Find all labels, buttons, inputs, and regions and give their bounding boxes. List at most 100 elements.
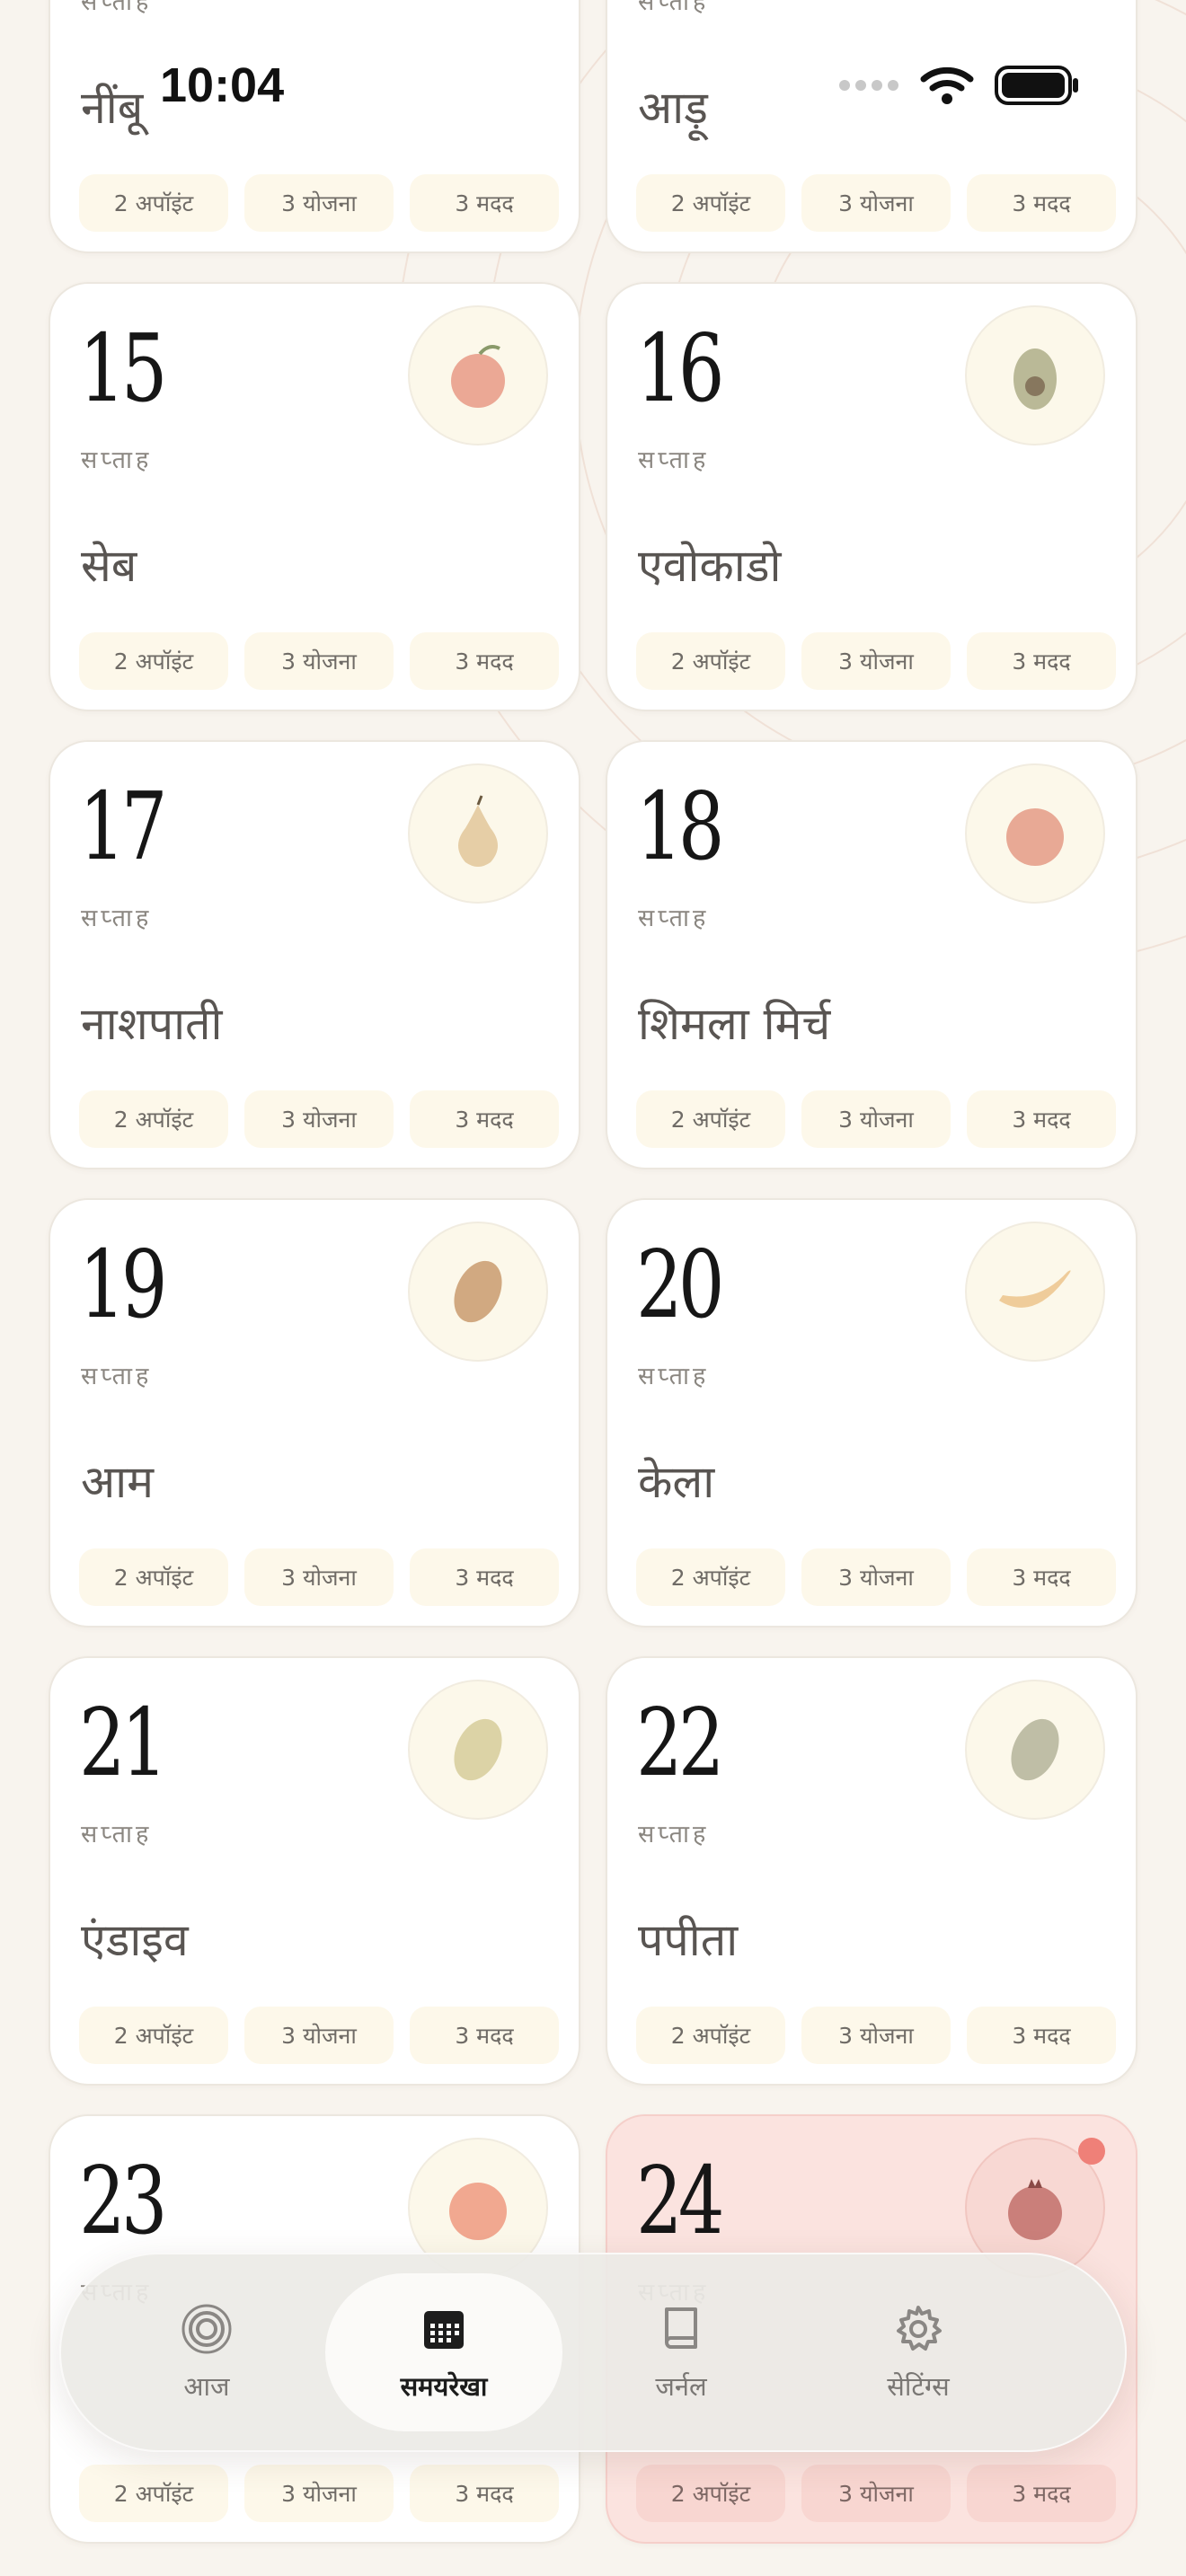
week-number: 23: [79, 2146, 168, 2255]
help-chip[interactable]: 3 मदद: [410, 1548, 559, 1606]
endive-icon: [454, 1718, 502, 1781]
week-label: सप्ताह: [638, 1821, 710, 1848]
plans-chip[interactable]: 3 योजना: [244, 174, 394, 232]
appointments-chip[interactable]: 2 अपॉइंट: [79, 1090, 228, 1148]
chip-row: 2 अपॉइंट 3 योजना 3 मदद: [636, 1548, 1116, 1606]
week-card[interactable]: सप्ताह आड़ू 2 अपॉइंट 3 योजना 3 मदद: [606, 0, 1137, 253]
appointments-chip[interactable]: 2 अपॉइंट: [636, 632, 785, 690]
appointments-chip[interactable]: 2 अपॉइंट: [79, 2007, 228, 2064]
week-card[interactable]: 15 सप्ताह सेब 2 अपॉइंट 3 योजना 3 मदद: [49, 282, 580, 711]
appointments-chip[interactable]: 2 अपॉइंट: [79, 2465, 228, 2522]
nav-today-label: आज: [183, 2370, 230, 2402]
week-number: 16: [636, 313, 725, 423]
bell-pepper-icon: [1006, 808, 1064, 866]
week-label: सप्ताह: [81, 904, 153, 932]
pear-icon: [458, 795, 498, 867]
chip-row: 2 अपॉइंट 3 योजना 3 मदद: [79, 2007, 559, 2064]
chip-row: 2 अपॉइंट 3 योजना 3 मदद: [79, 1090, 559, 1148]
chip-row: 2 अपॉइंट 3 योजना 3 मदद: [79, 174, 559, 232]
nav-settings[interactable]: सेटिंग्स: [800, 2273, 1037, 2431]
week-label: सप्ताह: [638, 1363, 710, 1390]
help-chip[interactable]: 3 मदद: [410, 2465, 559, 2522]
current-week-dot: [1078, 2138, 1105, 2165]
nav-timeline[interactable]: समयरेखा: [325, 2273, 562, 2431]
nav-today[interactable]: आज: [88, 2273, 325, 2431]
mango-icon: [454, 1260, 502, 1323]
chip-row: 2 अपॉइंट 3 योजना 3 मदद: [79, 632, 559, 690]
fruit-illustration: [408, 305, 548, 446]
help-chip[interactable]: 3 मदद: [967, 1548, 1116, 1606]
fruit-illustration: [965, 1680, 1105, 1820]
help-chip[interactable]: 3 मदद: [410, 2007, 559, 2064]
fruit-name: पपीता: [638, 1914, 739, 1966]
papaya-icon: [1011, 1718, 1059, 1781]
plans-chip[interactable]: 3 योजना: [244, 2465, 394, 2522]
week-number: 24: [636, 2146, 725, 2255]
appointments-chip[interactable]: 2 अपॉइंट: [79, 632, 228, 690]
book-icon: [665, 2307, 697, 2349]
week-card[interactable]: 21 सप्ताह एंडाइव 2 अपॉइंट 3 योजना 3 मदद: [49, 1656, 580, 2086]
chip-row: 2 अपॉइंट 3 योजना 3 मदद: [636, 2465, 1116, 2522]
week-label: सप्ताह: [638, 904, 710, 932]
calendar-icon: [424, 2310, 464, 2349]
week-card[interactable]: 22 सप्ताह पपीता 2 अपॉइंट 3 योजना 3 मदद: [606, 1656, 1137, 2086]
week-card[interactable]: 16 सप्ताह एवोकाडो 2 अपॉइंट 3 योजना 3 मदद: [606, 282, 1137, 711]
week-grid: सप्ताह नींबू 2 अपॉइंट 3 योजना 3 मदद सप्ताह आड़…: [49, 0, 1137, 2544]
plans-chip[interactable]: 3 योजना: [801, 174, 951, 232]
nav-settings-label: सेटिंग्स: [887, 2370, 950, 2402]
fruit-name: नाशपाती: [81, 998, 223, 1050]
week-card[interactable]: 20 सप्ताह केला 2 अपॉइंट 3 योजना 3 मदद: [606, 1198, 1137, 1628]
week-number: 17: [79, 772, 168, 881]
plans-chip[interactable]: 3 योजना: [801, 1548, 951, 1606]
fruit-name: एंडाइव: [81, 1914, 189, 1966]
fruit-name: नींबू: [81, 82, 144, 134]
pomegranate-icon: [1008, 2179, 1062, 2240]
appointments-chip[interactable]: 2 अपॉइंट: [636, 2465, 785, 2522]
week-card[interactable]: सप्ताह नींबू 2 अपॉइंट 3 योजना 3 मदद: [49, 0, 580, 253]
status-time: 10:04: [160, 58, 285, 112]
banana-icon: [999, 1270, 1071, 1308]
fruit-name: एवोकाडो: [638, 540, 782, 592]
help-chip[interactable]: 3 मदद: [967, 174, 1116, 232]
plans-chip[interactable]: 3 योजना: [801, 2007, 951, 2064]
appointments-chip[interactable]: 2 अपॉइंट: [636, 1090, 785, 1148]
appointments-chip[interactable]: 2 अपॉइंट: [79, 174, 228, 232]
help-chip[interactable]: 3 मदद: [967, 2007, 1116, 2064]
week-label: सप्ताह: [81, 1821, 153, 1848]
week-number: 21: [79, 1688, 168, 1797]
chip-row: 2 अपॉइंट 3 योजना 3 मदद: [79, 2465, 559, 2522]
help-chip[interactable]: 3 मदद: [967, 2465, 1116, 2522]
nav-journal[interactable]: जर्नल: [562, 2273, 800, 2431]
week-label: सप्ताह: [81, 0, 153, 16]
week-card[interactable]: 17 सप्ताह नाशपाती 2 अपॉइंट 3 योजना 3 मदद: [49, 740, 580, 1169]
help-chip[interactable]: 3 मदद: [410, 174, 559, 232]
appointments-chip[interactable]: 2 अपॉइंट: [636, 2007, 785, 2064]
help-chip[interactable]: 3 मदद: [410, 1090, 559, 1148]
plans-chip[interactable]: 3 योजना: [801, 632, 951, 690]
chip-row: 2 अपॉइंट 3 योजना 3 मदद: [636, 632, 1116, 690]
cellular-signal-icon: [839, 80, 898, 91]
avocado-icon: [1013, 348, 1057, 410]
fruit-name: शिमला मिर्च: [638, 998, 831, 1050]
help-chip[interactable]: 3 मदद: [967, 632, 1116, 690]
plans-chip[interactable]: 3 योजना: [244, 632, 394, 690]
appointments-chip[interactable]: 2 अपॉइंट: [636, 174, 785, 232]
help-chip[interactable]: 3 मदद: [967, 1090, 1116, 1148]
plans-chip[interactable]: 3 योजना: [801, 1090, 951, 1148]
appointments-chip[interactable]: 2 अपॉइंट: [636, 1548, 785, 1606]
week-label: सप्ताह: [81, 1363, 153, 1390]
target-icon: [181, 2304, 232, 2353]
plans-chip[interactable]: 3 योजना: [801, 2465, 951, 2522]
plans-chip[interactable]: 3 योजना: [244, 1548, 394, 1606]
help-chip[interactable]: 3 मदद: [410, 632, 559, 690]
nav-journal-label: जर्नल: [655, 2370, 707, 2402]
plans-chip[interactable]: 3 योजना: [244, 2007, 394, 2064]
week-card[interactable]: 18 सप्ताह शिमला मिर्च 2 अपॉइंट 3 योजना 3 मदद: [606, 740, 1137, 1169]
week-number: 15: [79, 313, 168, 423]
plans-chip[interactable]: 3 योजना: [244, 1090, 394, 1148]
appointments-chip[interactable]: 2 अपॉइंट: [79, 1548, 228, 1606]
status-icons: [837, 65, 1080, 106]
fruit-illustration: [965, 305, 1105, 446]
week-card[interactable]: 19 सप्ताह आम 2 अपॉइंट 3 योजना 3 मदद: [49, 1198, 580, 1628]
fruit-illustration: [408, 763, 548, 904]
